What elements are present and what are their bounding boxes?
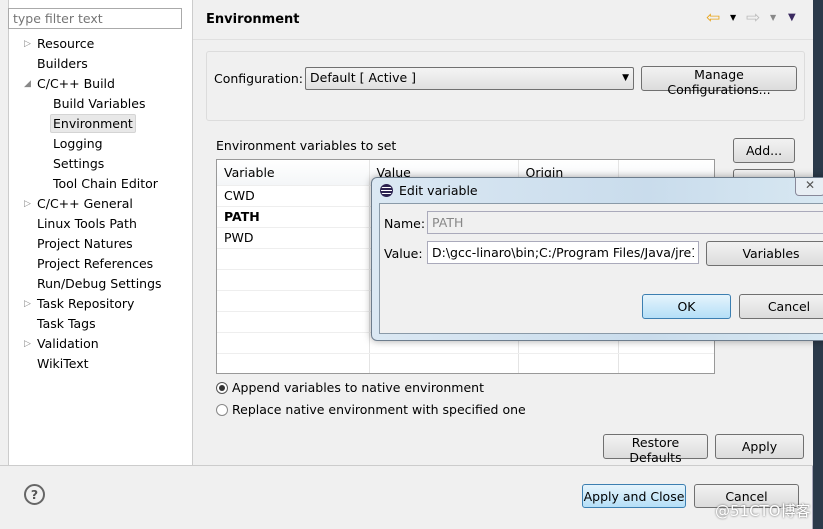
table-cell [618,353,714,373]
sidebar-item[interactable]: Run/Debug Settings [37,274,162,294]
sidebar-item-label: Project References [37,256,154,271]
table-cell [217,332,370,354]
ok-button[interactable]: OK [642,294,731,319]
table-cell: PATH [217,206,370,228]
append-radio-label[interactable]: Append variables to native environment [232,380,484,395]
table-cell [217,290,370,312]
variables-button[interactable]: Variables [706,241,823,266]
sidebar-item[interactable]: Project References [37,254,153,274]
sidebar-item-label: Logging [53,136,103,151]
sidebar-item-label: C/C++ General [37,196,133,211]
watermark: @51CTO博客 [715,502,811,520]
sidebar-item-label: Builders [37,56,88,71]
sidebar-item-label: Build Variables [53,96,146,111]
configuration-label: Configuration: [214,71,303,86]
sidebar-item[interactable]: Project Natures [37,234,133,254]
sidebar-item-label: Project Natures [37,236,133,251]
sidebar-item-label: Environment [53,116,133,131]
sidebar-item-label: Run/Debug Settings [37,276,162,291]
append-radio[interactable] [216,382,228,394]
sidebar-item[interactable]: Logging [53,134,103,154]
close-icon[interactable]: ✕ [795,178,823,196]
value-label: Value: [384,246,423,261]
sidebar-item[interactable]: Build Variables [53,94,145,114]
sidebar-item[interactable]: Settings [53,154,104,174]
expanded-triangle-icon[interactable]: ◢ [24,74,31,94]
forward-dropdown-icon[interactable]: ▼ [770,13,776,22]
sidebar-item[interactable]: ▷ Resource [24,34,95,54]
table-cell [217,311,370,333]
edit-variable-dialog: Edit variable ✕ Name: Value: Variables O… [371,177,823,341]
sidebar-item-label: Settings [53,156,105,171]
sidebar-item[interactable]: ▷ Validation [24,334,99,354]
sidebar-item[interactable]: Tool Chain Editor [53,174,158,194]
replace-radio[interactable] [216,404,228,416]
sidebar-item[interactable]: ▷ C/C++ General [24,194,133,214]
table-cell [518,353,619,373]
sidebar-item-label: Linux Tools Path [37,216,137,231]
configuration-select[interactable]: Default [ Active ] ▼ [305,67,634,90]
value-field[interactable] [427,241,699,264]
help-icon[interactable]: ? [24,484,45,505]
sidebar-item[interactable]: Builders [37,54,88,74]
apply-button[interactable]: Apply [715,434,804,459]
sidebar-item[interactable]: ▷ Task Repository [24,294,135,314]
replace-radio-label[interactable]: Replace native environment with specifie… [232,402,526,417]
collapsed-triangle-icon[interactable]: ▷ [24,194,31,214]
sidebar-item[interactable]: Environment [50,114,136,133]
collapsed-triangle-icon[interactable]: ▷ [24,334,31,354]
view-menu-icon[interactable]: ▼ [788,12,796,23]
table-cell [217,248,370,270]
sidebar-item-label: Validation [37,336,99,351]
table-cell: PWD [217,227,370,249]
sidebar-item[interactable]: ◢ C/C++ Build [24,74,115,94]
table-cell [369,353,519,373]
sidebar-item[interactable]: Linux Tools Path [37,214,137,234]
eclipse-icon [380,184,393,197]
column-variable[interactable]: Variable [217,160,370,186]
sidebar-item[interactable]: WikiText [37,354,89,374]
sidebar-item-label: WikiText [37,356,89,371]
add-button[interactable]: Add... [733,138,795,163]
dialog-cancel-button[interactable]: Cancel [739,294,823,319]
name-label: Name: [384,216,426,231]
sidebar-item-label: Resource [37,36,95,51]
variables-label: Environment variables to set [216,138,397,153]
restore-defaults-button[interactable]: Restore Defaults [603,434,708,465]
table-row [217,353,714,373]
back-arrow-icon[interactable]: ⇦ [706,8,720,28]
sidebar-item-label: Task Tags [37,316,96,331]
dialog-body: Name: Value: Variables OK Cancel [379,203,823,334]
configuration-value: Default [ Active ] [310,70,417,85]
page-title: Environment [206,12,300,27]
filter-input[interactable] [8,8,182,29]
chevron-down-icon: ▼ [622,73,629,83]
sidebar-item-label: C/C++ Build [37,76,115,91]
dialog-title: Edit variable [399,183,478,198]
sidebar-item[interactable]: Task Tags [37,314,96,334]
table-cell [217,269,370,291]
forward-arrow-icon[interactable]: ⇨ [746,8,760,28]
table-cell [217,353,370,373]
table-cell: CWD [217,185,370,207]
manage-configurations-button[interactable]: Manage Configurations... [641,66,797,97]
collapsed-triangle-icon[interactable]: ▷ [24,294,31,314]
name-field [427,211,823,234]
apply-and-close-button[interactable]: Apply and Close [582,484,686,508]
collapsed-triangle-icon[interactable]: ▷ [24,34,31,54]
back-dropdown-icon[interactable]: ▼ [730,13,736,22]
sidebar-item-label: Tool Chain Editor [53,176,158,191]
sidebar-item-label: Task Repository [37,296,135,311]
